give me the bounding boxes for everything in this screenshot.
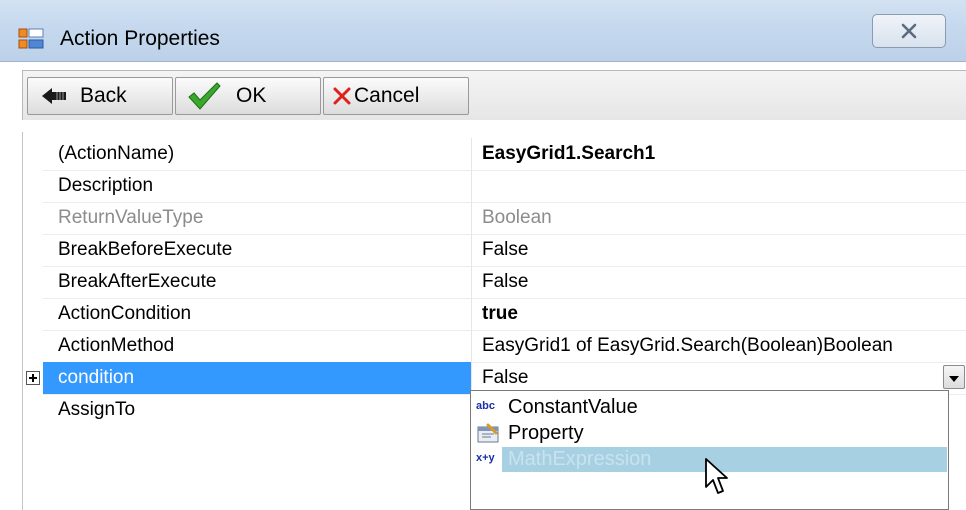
ok-label: OK <box>236 84 267 107</box>
property-row-breakbeforeexecute[interactable]: BreakBeforeExecute False <box>23 234 966 267</box>
window-title: Action Properties <box>60 27 220 50</box>
property-name: ActionMethod <box>58 335 175 356</box>
back-arrow-icon <box>40 85 70 107</box>
back-button[interactable]: Back <box>27 77 173 115</box>
property-name: BreakBeforeExecute <box>58 239 233 260</box>
expand-plus-icon[interactable] <box>26 371 40 385</box>
property-row-breakafterexecute[interactable]: BreakAfterExecute False <box>23 266 966 299</box>
checkmark-icon <box>186 81 222 111</box>
back-label: Back <box>80 84 127 107</box>
property-name: ActionCondition <box>58 303 192 324</box>
red-x-icon <box>332 86 352 106</box>
property-name: AssignTo <box>58 399 136 420</box>
mouse-cursor-icon <box>705 458 728 494</box>
row-margin <box>23 298 43 330</box>
property-row-actioncondition[interactable]: ActionCondition true <box>23 298 966 331</box>
close-button[interactable] <box>872 14 946 48</box>
app-icon <box>18 28 44 49</box>
property-value: Boolean <box>471 202 966 234</box>
option-label: MathExpression <box>508 448 652 470</box>
cancel-label: Cancel <box>354 84 420 107</box>
property-row-actionmethod[interactable]: ActionMethod EasyGrid1 of EasyGrid.Searc… <box>23 330 966 363</box>
row-margin <box>23 138 43 170</box>
row-margin <box>23 170 43 202</box>
property-row-returnvaluetype[interactable]: ReturnValueType Boolean <box>23 202 966 235</box>
dropdown-arrow-button[interactable] <box>943 365 965 389</box>
close-icon <box>901 23 917 39</box>
row-margin <box>23 394 43 426</box>
property-value[interactable]: False <box>471 266 966 298</box>
property-value[interactable]: False <box>471 234 966 266</box>
property-name: condition <box>43 362 471 394</box>
option-property[interactable]: Property <box>474 421 947 446</box>
property-value[interactable] <box>471 170 966 202</box>
option-label: Property <box>508 422 584 444</box>
toolbar: Back OK Cancel <box>22 70 966 120</box>
option-label: ConstantValue <box>508 396 638 418</box>
property-value[interactable]: EasyGrid1 of EasyGrid.Search(Boolean)Boo… <box>471 330 966 362</box>
row-margin <box>23 234 43 266</box>
title-bar: Action Properties <box>0 0 966 62</box>
property-name: BreakAfterExecute <box>58 271 217 292</box>
property-icon <box>476 421 504 446</box>
row-margin <box>23 362 43 394</box>
option-constantvalue[interactable]: abc ConstantValue <box>474 395 947 420</box>
property-value[interactable]: true <box>471 298 966 330</box>
abc-icon: abc <box>476 400 495 412</box>
property-value: EasyGrid1.Search1 <box>471 138 966 170</box>
ok-button[interactable]: OK <box>175 77 321 115</box>
row-margin <box>23 266 43 298</box>
property-name: Description <box>58 175 154 196</box>
math-expression-icon: x+y <box>476 452 495 464</box>
property-row-actionname[interactable]: (ActionName) EasyGrid1.Search1 <box>23 138 966 171</box>
property-row-description[interactable]: Description <box>23 170 966 203</box>
row-margin <box>23 202 43 234</box>
property-name: ReturnValueType <box>58 207 204 228</box>
row-margin <box>23 330 43 362</box>
cancel-button[interactable]: Cancel <box>323 77 469 115</box>
property-name: (ActionName) <box>58 143 175 164</box>
